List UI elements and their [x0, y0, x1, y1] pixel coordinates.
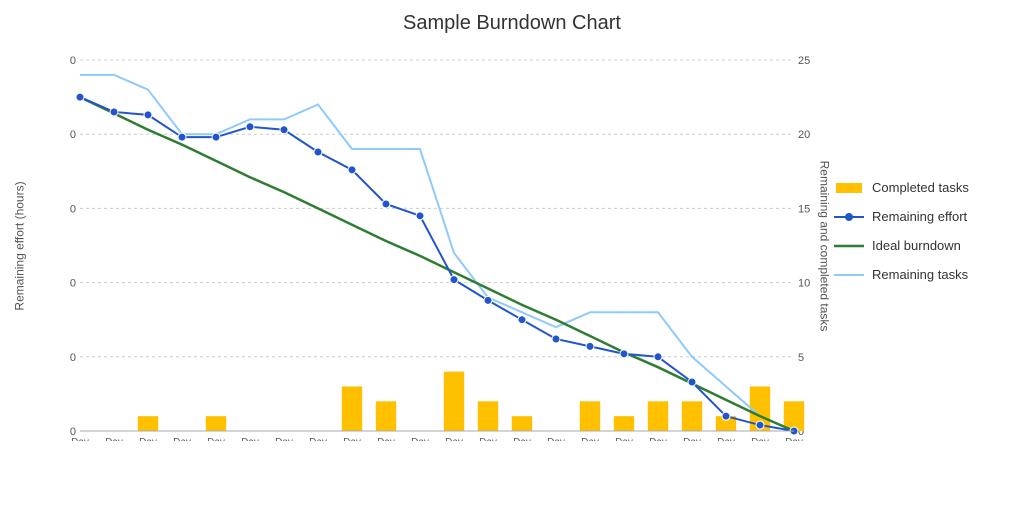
svg-text:Day: Day [547, 437, 565, 441]
svg-text:Day: Day [479, 437, 497, 441]
chart-title: Sample Burndown Chart [0, 0, 1024, 35]
svg-text:250: 250 [70, 55, 76, 67]
svg-text:Day: Day [785, 437, 803, 441]
svg-text:Day: Day [717, 437, 735, 441]
svg-text:10: 10 [798, 278, 810, 290]
svg-text:Day: Day [411, 437, 429, 441]
svg-text:Day: Day [445, 437, 463, 441]
svg-text:25: 25 [798, 55, 810, 67]
legend-remaining-tasks-label: Remaining tasks [872, 267, 968, 282]
legend-remaining-effort: Remaining effort [834, 209, 1014, 224]
legend: Completed tasks Remaining effort Ideal b… [834, 180, 1014, 296]
svg-text:Day: Day [309, 437, 327, 441]
svg-text:Day: Day [343, 437, 361, 441]
svg-text:Day: Day [683, 437, 701, 441]
y-axis-label-left: Remaining effort (hours) [10, 50, 30, 441]
svg-text:Day: Day [207, 437, 225, 441]
svg-text:Day: Day [105, 437, 123, 441]
svg-text:100: 100 [70, 278, 76, 290]
svg-text:Day: Day [513, 437, 531, 441]
svg-text:Day: Day [241, 437, 259, 441]
svg-text:50: 50 [70, 352, 76, 364]
svg-text:Day: Day [649, 437, 667, 441]
legend-remaining-tasks: Remaining tasks [834, 267, 1014, 282]
burndown-chart: 0050510010150152002025025Day0Day1Day2Day… [70, 50, 824, 441]
svg-text:Day: Day [275, 437, 293, 441]
legend-ideal-burndown-label: Ideal burndown [872, 238, 961, 253]
svg-text:200: 200 [70, 129, 76, 141]
chart-container: Sample Burndown Chart Remaining effort (… [0, 0, 1024, 511]
svg-text:5: 5 [798, 352, 804, 364]
svg-text:Day: Day [173, 437, 191, 441]
svg-text:150: 150 [70, 203, 76, 215]
svg-text:Day: Day [615, 437, 633, 441]
legend-remaining-effort-label: Remaining effort [872, 209, 967, 224]
svg-text:Day: Day [751, 437, 769, 441]
legend-ideal-burndown: Ideal burndown [834, 238, 1014, 253]
svg-text:15: 15 [798, 203, 810, 215]
legend-completed-tasks: Completed tasks [834, 180, 1014, 195]
svg-text:Day: Day [377, 437, 395, 441]
svg-text:Day: Day [71, 437, 89, 441]
svg-text:Day: Day [581, 437, 599, 441]
svg-text:Day: Day [139, 437, 157, 441]
legend-completed-tasks-label: Completed tasks [872, 180, 969, 195]
svg-text:20: 20 [798, 129, 810, 141]
